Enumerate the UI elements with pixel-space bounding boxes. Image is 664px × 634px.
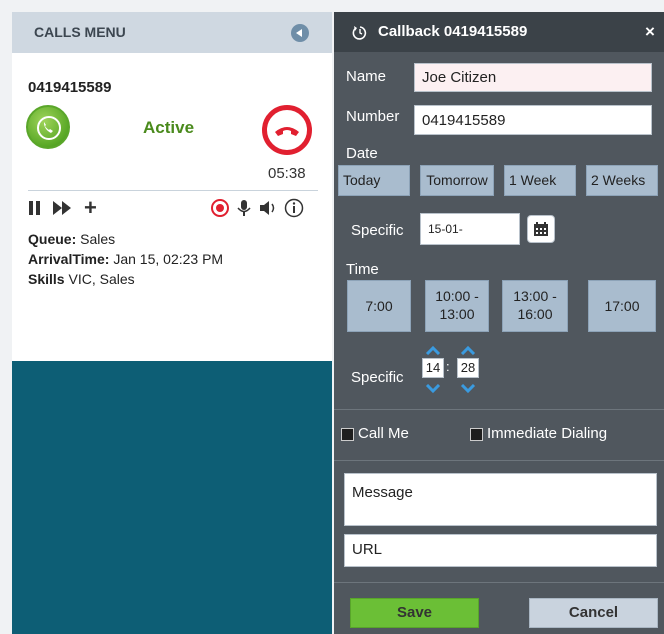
- time-range-end: 13:00: [439, 306, 475, 322]
- number-label: Number: [346, 108, 400, 125]
- url-field[interactable]: URL: [344, 534, 657, 567]
- arrival-value: Jan 15, 02:23 PM: [113, 251, 224, 267]
- message-field[interactable]: Message: [344, 473, 657, 526]
- speaker-icon[interactable]: [258, 198, 278, 218]
- time-13-16-button[interactable]: 13:00 - 16:00: [502, 280, 568, 332]
- date-input[interactable]: 15-01-: [420, 213, 520, 245]
- close-icon[interactable]: ×: [645, 22, 655, 42]
- name-label: Name: [346, 68, 387, 85]
- arrival-label: ArrivalTime:: [28, 251, 110, 267]
- time-range-start: 13:00 -: [513, 288, 557, 304]
- fast-forward-icon[interactable]: [52, 198, 72, 218]
- name-field[interactable]: Joe Citizen: [414, 63, 652, 92]
- date-tomorrow-button[interactable]: Tomorrow: [420, 165, 494, 196]
- cancel-button[interactable]: Cancel: [529, 598, 658, 628]
- info-icon[interactable]: [284, 198, 304, 218]
- divider: [334, 460, 664, 461]
- date-specific-label: Specific: [351, 222, 404, 239]
- call-me-checkbox[interactable]: [341, 428, 354, 441]
- date-1-week-button[interactable]: 1 Week: [504, 165, 576, 196]
- date-today-button[interactable]: Today: [338, 165, 410, 196]
- callback-panel: Callback 0419415589 × Name Joe Citizen N…: [334, 12, 664, 634]
- pause-icon[interactable]: [27, 198, 47, 218]
- hangup-icon[interactable]: [262, 105, 312, 155]
- date-2-weeks-button[interactable]: 2 Weeks: [586, 165, 658, 196]
- answer-icon[interactable]: [26, 105, 70, 149]
- call-timer: 05:38: [268, 165, 306, 182]
- number-field[interactable]: 0419415589: [414, 105, 652, 135]
- skills-info: Skills VIC, Sales: [28, 271, 135, 287]
- divider: [28, 190, 318, 191]
- minute-down-icon[interactable]: [460, 384, 476, 394]
- add-icon[interactable]: +: [84, 197, 104, 219]
- skills-value: VIC, Sales: [68, 271, 135, 287]
- time-range-end: 16:00: [517, 306, 553, 322]
- active-call-card: 0419415589 Active 05:38 + Queue: Sales A…: [12, 53, 332, 361]
- time-7-button[interactable]: 7:00: [347, 280, 411, 332]
- time-range-start: 10:00 -: [435, 288, 479, 304]
- queue-info: Queue: Sales: [28, 231, 115, 247]
- hour-up-icon[interactable]: [425, 345, 441, 355]
- hour-down-icon[interactable]: [425, 384, 441, 394]
- callback-title: Callback 0419415589: [378, 23, 528, 40]
- calls-panel: CALLS MENU 0419415589 Active 05:38 + Que…: [12, 12, 332, 634]
- call-status: Active: [143, 118, 195, 137]
- calendar-icon[interactable]: [527, 215, 555, 243]
- calls-menu-title: CALLS MENU: [34, 24, 126, 40]
- divider: [334, 409, 664, 410]
- microphone-icon[interactable]: [234, 198, 254, 218]
- call-me-label: Call Me: [358, 425, 409, 442]
- record-icon[interactable]: [210, 198, 230, 218]
- date-label: Date: [346, 145, 378, 162]
- queue-value: Sales: [80, 231, 116, 247]
- immediate-dialing-checkbox[interactable]: [470, 428, 483, 441]
- save-button[interactable]: Save: [350, 598, 479, 628]
- skills-label: Skills: [28, 271, 65, 287]
- time-label: Time: [346, 261, 379, 278]
- callback-header: Callback 0419415589 ×: [334, 12, 664, 52]
- call-number: 0419415589: [28, 79, 112, 96]
- divider: [334, 582, 664, 583]
- time-17-button[interactable]: 17:00: [588, 280, 656, 332]
- queue-label: Queue:: [28, 231, 77, 247]
- collapse-panel-icon[interactable]: [291, 24, 309, 42]
- time-10-13-button[interactable]: 10:00 - 13:00: [425, 280, 489, 332]
- minute-input[interactable]: 28: [457, 358, 479, 378]
- immediate-dialing-label: Immediate Dialing: [487, 425, 608, 442]
- time-specific-label: Specific: [351, 369, 404, 386]
- arrival-info: ArrivalTime: Jan 15, 02:23 PM: [28, 251, 223, 267]
- calls-menu-header: CALLS MENU: [12, 12, 332, 53]
- time-separator: :: [446, 359, 450, 374]
- callback-icon: [352, 24, 368, 45]
- minute-up-icon[interactable]: [460, 345, 476, 355]
- hour-input[interactable]: 14: [422, 358, 444, 378]
